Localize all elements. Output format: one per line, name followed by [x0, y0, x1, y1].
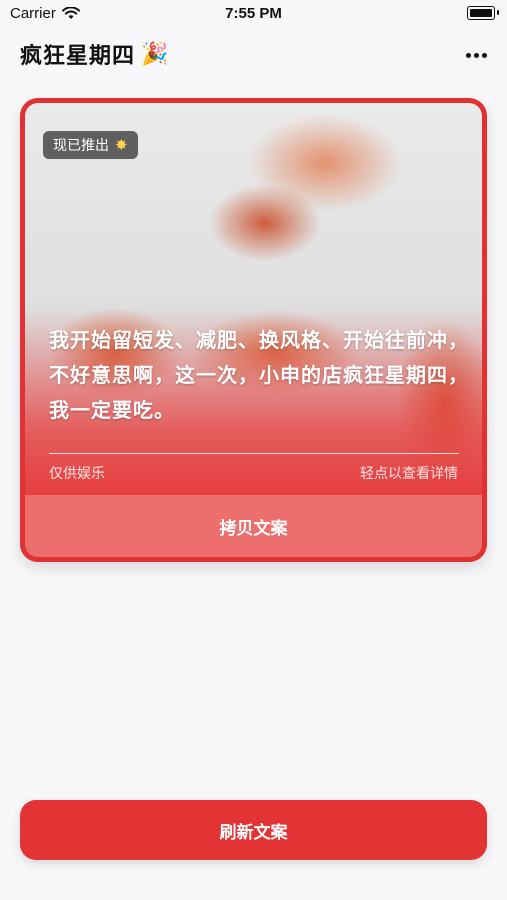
- refresh-text-button[interactable]: 刷新文案: [20, 800, 487, 860]
- battery-icon: [467, 6, 499, 20]
- card-footer-hint: 轻点以查看详情: [360, 466, 458, 482]
- copy-card[interactable]: 现已推出 ✸ 我开始留短发、减肥、换风格、开始往前冲，不好意思啊，这一次，小申的…: [20, 98, 487, 562]
- card-quote-text: 我开始留短发、减肥、换风格、开始往前冲，不好意思啊，这一次，小申的店疯狂星期四，…: [49, 328, 469, 422]
- status-bar: Carrier 7:55 PM: [0, 0, 507, 28]
- card-divider: [49, 453, 459, 454]
- copy-text-button[interactable]: 拷贝文案: [25, 495, 482, 557]
- more-dot-icon: [465, 52, 471, 58]
- more-options-button[interactable]: [463, 42, 489, 68]
- status-badge: 现已推出 ✸: [43, 131, 138, 159]
- more-dot-icon: [481, 52, 487, 58]
- card-footer-disclaimer: 仅供娱乐: [49, 466, 105, 482]
- party-popper-icon: 🎉: [141, 41, 170, 67]
- page-title: 疯狂星期四 🎉: [20, 38, 169, 70]
- page-title-text: 疯狂星期四: [20, 44, 136, 69]
- badge-label: 现已推出: [53, 138, 109, 154]
- status-time: 7:55 PM: [225, 5, 282, 22]
- sparkle-icon: ✸: [115, 136, 128, 154]
- nav-bar: 疯狂星期四 🎉: [0, 28, 507, 78]
- more-dot-icon: [473, 52, 479, 58]
